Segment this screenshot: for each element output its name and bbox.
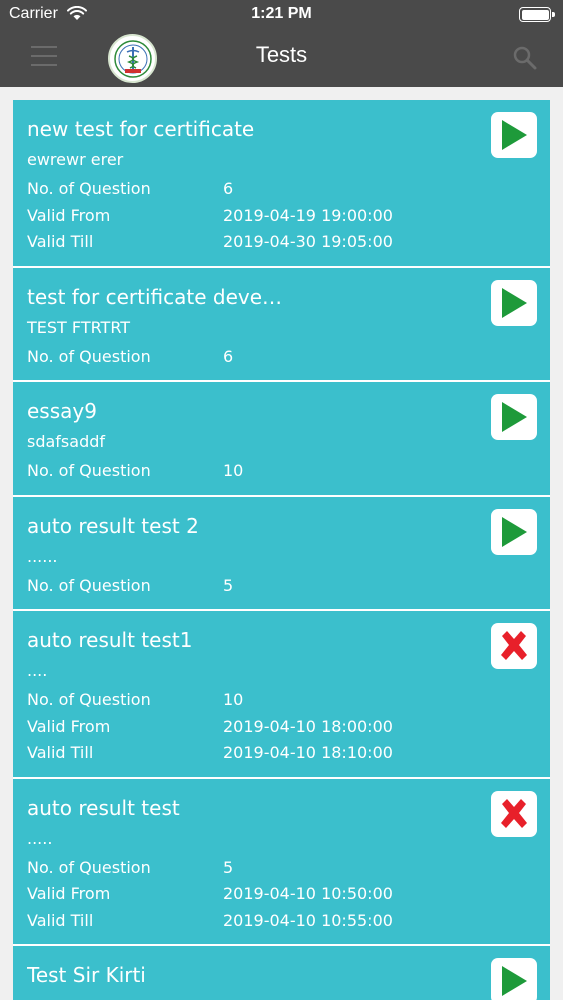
question-count-label: No. of Question: [27, 346, 151, 366]
status-time: 1:21 PM: [251, 5, 312, 22]
valid-from-value: 2019-04-19 19:00:00: [223, 205, 393, 225]
play-icon: [500, 401, 528, 433]
start-test-button[interactable]: [491, 112, 537, 158]
question-count-label: No. of Question: [27, 575, 151, 595]
test-description: sdafsaddf: [27, 432, 106, 451]
test-card[interactable]: auto result test 2...... No. of Question 5: [13, 496, 550, 611]
question-count-value: 5: [223, 857, 234, 877]
question-count-label: No. of Question: [27, 857, 151, 877]
test-name: auto result test: [27, 795, 180, 820]
test-closed-button[interactable]: [491, 790, 537, 837]
test-description: TEST FTRTRT: [27, 317, 131, 337]
play-icon: [500, 965, 528, 997]
valid-till-row: Valid Till 2019-04-30 19:05:00: [27, 229, 536, 256]
page-title: Tests: [255, 42, 308, 67]
question-count-row: No. of Question 6: [27, 344, 536, 371]
play-icon: [500, 287, 528, 319]
test-description: ....: [27, 661, 48, 680]
test-description: ......: [27, 546, 58, 566]
question-count-label: No. of Question: [27, 179, 151, 198]
navigation-bar: Tests: [0, 30, 563, 87]
question-count-row: No. of Question 10: [27, 458, 536, 485]
question-count-value: 10: [223, 461, 244, 480]
valid-from-value: 2019-04-10 10:50:00: [223, 884, 393, 903]
test-list: new test for certificate ewrewr erer No. o…: [13, 100, 550, 1000]
valid-till-value: 2019-04-10 18:10:00: [223, 743, 393, 762]
question-count-row: No. of Question 5: [27, 573, 536, 600]
question-count-value: 5: [223, 575, 234, 595]
valid-from-label: Valid From: [27, 716, 111, 736]
start-test-button[interactable]: [491, 394, 537, 440]
play-icon: [500, 119, 528, 151]
test-card[interactable]: essay9 sdafsaddf No. of Question 10: [13, 382, 550, 497]
status-bar: Carrier 1:21 PM: [0, 0, 563, 30]
play-icon: [500, 516, 528, 548]
valid-from-label: Valid From: [27, 205, 111, 225]
test-closed-button[interactable]: [491, 623, 537, 669]
question-count-value: 6: [223, 179, 234, 198]
test-name: essay9: [27, 399, 97, 423]
test-name: test for certificate deve…: [27, 284, 283, 309]
valid-till-label: Valid Till: [27, 743, 94, 762]
valid-till-value: 2019-04-10 10:55:00: [223, 910, 393, 930]
question-count-label: No. of Question: [27, 690, 151, 709]
question-count-value: 10: [223, 690, 244, 709]
start-test-button[interactable]: [491, 279, 537, 326]
test-card[interactable]: Test Sir Kirti: [13, 946, 550, 1000]
search-icon[interactable]: [512, 45, 538, 71]
test-name: auto result test 2: [27, 513, 199, 538]
valid-till-label: Valid Till: [27, 232, 94, 251]
close-icon: [497, 797, 531, 831]
battery-icon: [519, 7, 555, 22]
test-name: Test Sir Kirti: [27, 963, 146, 987]
test-name: new test for certificate: [27, 117, 255, 141]
valid-from-row: Valid From 2019-04-19 19:00:00: [27, 203, 536, 230]
test-card[interactable]: test for certificate deve… TEST FTRTRT No.…: [13, 267, 550, 382]
start-test-button[interactable]: [491, 508, 537, 555]
valid-from-row: Valid From 2019-04-10 10:50:00: [27, 881, 536, 908]
test-card[interactable]: new test for certificate ewrewr erer No. o…: [13, 100, 550, 268]
test-name: auto result test1: [27, 628, 193, 652]
test-description: ewrewr erer: [27, 150, 124, 169]
question-count-label: No. of Question: [27, 461, 151, 480]
valid-till-row: Valid Till 2019-04-10 18:10:00: [27, 740, 536, 767]
question-count-value: 6: [223, 346, 234, 366]
close-icon: [497, 629, 531, 663]
valid-from-row: Valid From 2019-04-10 18:00:00: [27, 714, 536, 741]
valid-till-label: Valid Till: [27, 910, 94, 930]
start-test-button[interactable]: [491, 958, 537, 1000]
question-count-row: No. of Question 10: [27, 687, 536, 714]
valid-from-value: 2019-04-10 18:00:00: [223, 716, 393, 736]
test-card[interactable]: auto result test1.... No. of Question 10 Va…: [13, 611, 550, 779]
question-count-row: No. of Question 6: [27, 176, 536, 203]
test-card[interactable]: auto result test..... No. of Question 5 Val…: [13, 778, 550, 946]
question-count-row: No. of Question 5: [27, 855, 536, 882]
valid-till-row: Valid Till 2019-04-10 10:55:00: [27, 908, 536, 935]
valid-till-value: 2019-04-30 19:05:00: [223, 232, 393, 251]
test-description: .....: [27, 828, 53, 848]
valid-from-label: Valid From: [27, 884, 111, 903]
